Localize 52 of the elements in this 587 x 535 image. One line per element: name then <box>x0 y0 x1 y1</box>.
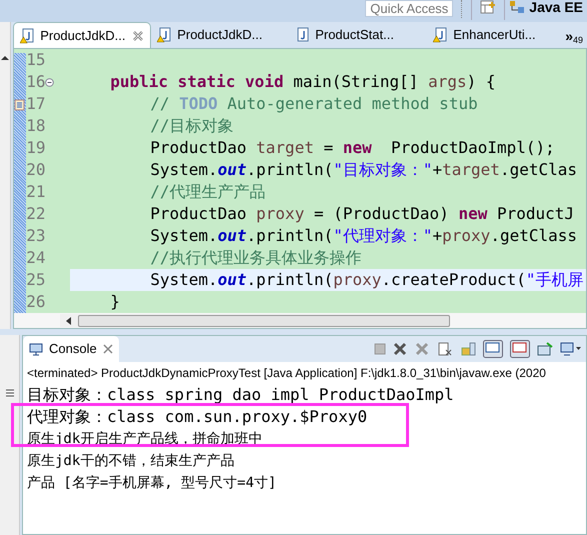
java-ee-perspective-button[interactable]: Java EE <box>504 0 587 20</box>
quick-access-field[interactable]: Quick Access <box>365 0 454 17</box>
code-line: //代理生产产品 <box>150 181 266 203</box>
scroll-lock-icon[interactable] <box>460 341 476 357</box>
clear-console-icon[interactable] <box>437 341 453 357</box>
close-icon[interactable] <box>102 344 113 354</box>
remove-launch-icon[interactable] <box>393 342 407 356</box>
code-line: System.out.println("目标对象："+target.getClas <box>150 159 577 181</box>
show-console-icon[interactable] <box>483 340 503 358</box>
editor-tab[interactable]: EnhancerUti... <box>427 22 566 48</box>
line-number: 23 <box>26 225 46 247</box>
scroll-left-icon[interactable] <box>66 316 72 324</box>
line-number: 24 <box>26 247 46 269</box>
line-number: 20 <box>26 159 46 181</box>
console-output-line: 目标对象：class spring dao impl ProductDaoImpl <box>27 384 454 406</box>
console-output-line: 代理对象：class com.sun.proxy.$Proxy0 <box>27 406 368 428</box>
code-line: ProductDao proxy = (ProductDao) new ProductJ <box>150 203 574 225</box>
line-number: 22 <box>26 203 46 225</box>
pin-icon[interactable] <box>537 342 553 356</box>
monitor-icon <box>29 342 43 356</box>
code-line: } <box>110 291 120 313</box>
console-tab[interactable]: Console <box>23 336 119 362</box>
line-number: 19 <box>26 137 46 159</box>
code-line: //执行代理业务具体业务操作 <box>150 247 362 269</box>
code-line: System.out.println("代理对象："+proxy.getClass <box>150 225 578 247</box>
restore-arrow-icon[interactable] <box>0 55 10 61</box>
console-output-line: 原生jdk干的不错，结束生产产品 <box>27 452 234 470</box>
code-line: System.out.println(proxy.createProduct("手机屏 <box>150 269 584 291</box>
code-editor[interactable] <box>14 49 586 313</box>
line-number: 15 <box>26 49 46 71</box>
line-number: 25 <box>26 269 46 291</box>
collapse-icon[interactable] <box>45 78 54 86</box>
line-number: 16 <box>26 71 46 93</box>
code-line: //目标对象 <box>150 115 234 137</box>
display-console-icon[interactable] <box>560 342 582 356</box>
code-line: public static void main(String[] args) { <box>110 71 496 93</box>
code-line: // TODO Auto-generated method stub <box>150 93 478 115</box>
console-status: <terminated> ProductJdkDynamicProxyTest [Java Application] F:\jdk1.8.0_31\bin\javaw.exe (2020 <box>26 365 547 382</box>
editor-tab[interactable]: ProductJdkD... <box>13 22 152 48</box>
perspective-icon <box>509 0 526 14</box>
show-error-console-icon[interactable] <box>510 340 530 358</box>
line-number: 26 <box>26 291 46 313</box>
editor-tab[interactable]: ProductJdkD... <box>151 22 290 48</box>
close-icon[interactable] <box>132 30 144 42</box>
line-number: 21 <box>26 181 46 203</box>
menu-icon[interactable] <box>6 389 14 397</box>
line-number: 18 <box>26 115 46 137</box>
open-perspective-icon[interactable] <box>480 0 496 14</box>
line-number: 17 <box>26 93 46 115</box>
console-output-line: 产品 [名字=手机屏幕, 型号尺寸=4寸] <box>27 474 276 492</box>
editor-tab[interactable]: ProductStat... <box>289 22 428 48</box>
code-line: ProductDao target = new ProductDaoImpl(); <box>150 137 555 159</box>
